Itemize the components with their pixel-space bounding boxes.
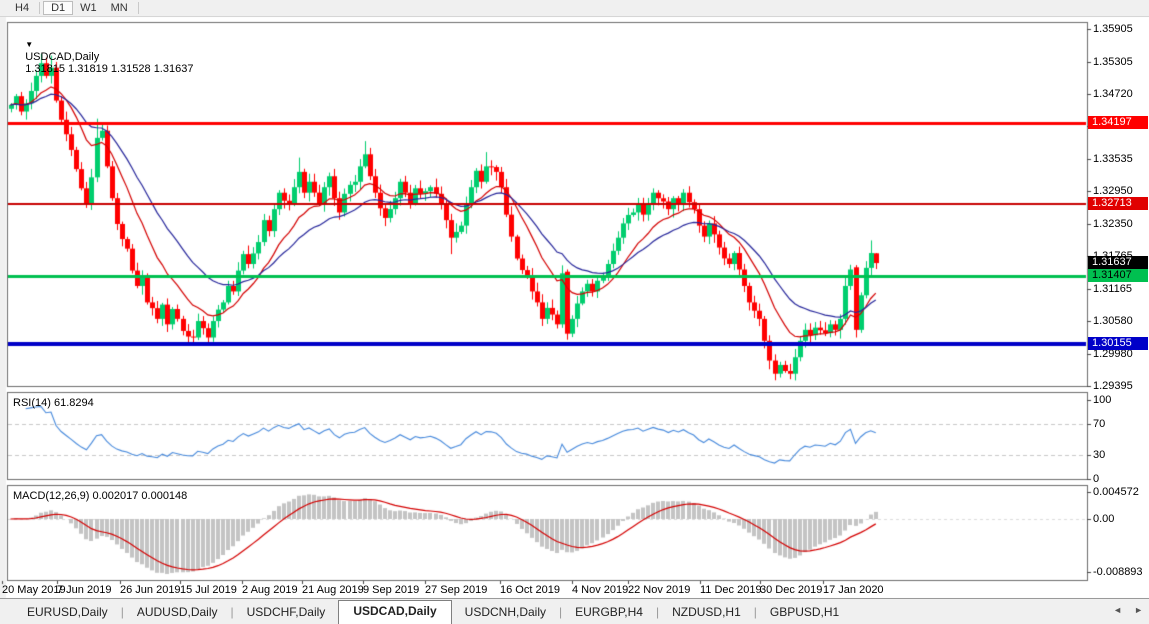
date-label: 7 Jun 2019 (57, 584, 111, 596)
price-badge: 1.30155 (1088, 337, 1148, 350)
toolbar-separator (39, 2, 40, 14)
price-tick-label: 1.34720 (1093, 88, 1133, 100)
tab-audusd[interactable]: AUDUSD,Daily (124, 602, 231, 624)
symbol-tab-bar: EURUSD,Daily|AUDUSD,Daily|USDCHF,DailyUS… (0, 598, 1149, 624)
price-tick-label: 1.32350 (1093, 218, 1133, 230)
date-label: 16 Oct 2019 (500, 584, 560, 596)
price-tick-label: 1.35905 (1093, 23, 1133, 35)
price-badge: 1.31407 (1088, 269, 1148, 282)
tab-scroll-right-icon[interactable]: ► (1134, 606, 1143, 615)
chart-symbol-label: USDCAD,Daily (25, 51, 99, 63)
date-label: 9 Sep 2019 (363, 584, 419, 596)
price-tick-label: 1.35305 (1093, 56, 1133, 68)
rsi-tick-label: 0 (1093, 473, 1099, 485)
macd-tick-label: -0.008893 (1093, 566, 1143, 578)
price-badge: 1.34197 (1088, 116, 1148, 129)
date-label: 27 Sep 2019 (425, 584, 487, 596)
price-badge: 1.31637 (1088, 256, 1148, 269)
toolbar-separator (138, 2, 139, 14)
tab-scrollers: ◄ ► (1113, 606, 1143, 615)
price-tick-label: 1.31165 (1093, 283, 1132, 295)
date-label: 4 Nov 2019 (572, 584, 628, 596)
tab-usdcad[interactable]: USDCAD,Daily (338, 600, 451, 624)
rsi-tick-label: 100 (1093, 394, 1111, 406)
price-tick-label: 1.33535 (1093, 153, 1133, 165)
rsi-tick-label: 70 (1093, 418, 1105, 430)
price-tick-label: 1.32950 (1093, 185, 1133, 197)
chart-ohlc-values: 1.31815 1.31819 1.31528 1.31637 (25, 63, 193, 75)
date-label: 17 Jan 2020 (823, 584, 884, 596)
tab-usdchf[interactable]: USDCHF,Daily (234, 602, 339, 624)
timeframe-button-w1[interactable]: W1 (73, 1, 104, 15)
date-label: 11 Dec 2019 (700, 584, 762, 596)
timeframe-toolbar: H4 D1W1MN (0, 0, 1149, 17)
price-tick-label: 1.29395 (1093, 380, 1133, 392)
macd-tick-label: 0.004572 (1093, 486, 1139, 498)
date-label: 26 Jun 2019 (120, 584, 181, 596)
chart-canvas[interactable] (0, 0, 1149, 624)
tab-usdcnh[interactable]: USDCNH,Daily (452, 602, 559, 624)
date-label: 15 Jul 2019 (180, 584, 237, 596)
tab-gbpusd[interactable]: GBPUSD,H1 (757, 602, 852, 624)
tab-nzdusd[interactable]: NZDUSD,H1 (659, 602, 754, 624)
macd-indicator-label: MACD(12,26,9) 0.002017 0.000148 (13, 490, 187, 502)
symbol-dropdown-icon: ▼ (25, 40, 33, 49)
date-label: 22 Nov 2019 (628, 584, 690, 596)
trading-terminal-window: H4 D1W1MN ▼ USDCAD,Daily 1.31815 1.31819 … (0, 0, 1149, 624)
price-badge: 1.32713 (1088, 197, 1148, 210)
tab-scroll-left-icon[interactable]: ◄ (1113, 606, 1122, 615)
chart-title: ▼ USDCAD,Daily 1.31815 1.31819 1.31528 1… (13, 27, 193, 87)
date-label: 30 Dec 2019 (760, 584, 822, 596)
tab-eurgbp[interactable]: EURGBP,H4 (562, 602, 656, 624)
price-tick-label: 1.30580 (1093, 315, 1133, 327)
rsi-indicator-label: RSI(14) 61.8294 (13, 397, 94, 409)
tab-eurusd[interactable]: EURUSD,Daily (14, 602, 121, 624)
macd-tick-label: 0.00 (1093, 513, 1114, 525)
timeframe-button-h4[interactable]: H4 (8, 1, 36, 15)
timeframe-button-mn[interactable]: MN (104, 1, 135, 15)
date-label: 21 Aug 2019 (302, 584, 364, 596)
timeframe-button-d1[interactable]: D1 (43, 1, 73, 15)
date-label: 2 Aug 2019 (242, 584, 298, 596)
rsi-tick-label: 30 (1093, 449, 1105, 461)
